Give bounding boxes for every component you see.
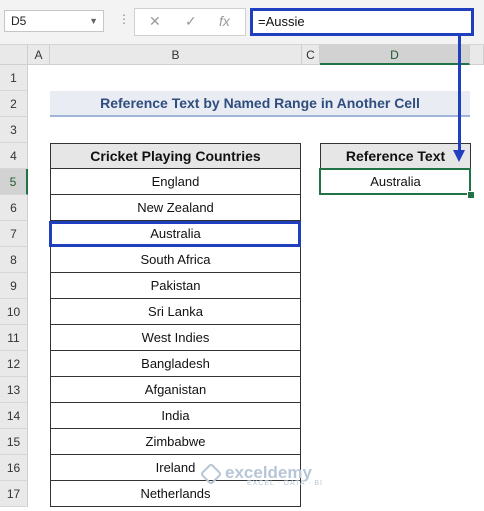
formula-buttons: ✕ ✓ fx [134, 8, 246, 36]
fill-handle[interactable] [467, 191, 475, 199]
country-cell[interactable]: West Indies [50, 325, 301, 351]
formula-text: =Aussie [258, 14, 305, 29]
row-header-3[interactable]: 3 [0, 117, 28, 143]
row-header-10[interactable]: 10 [0, 299, 28, 325]
insert-function-icon[interactable]: fx [219, 13, 230, 29]
country-cell[interactable]: Zimbabwe [50, 429, 301, 455]
column-header-a[interactable]: A [28, 45, 50, 65]
column-header-c[interactable]: C [302, 45, 320, 65]
name-box[interactable]: D5 ▼ [4, 10, 104, 32]
reference-text-header[interactable]: Reference Text [320, 143, 471, 169]
active-cell-d5 [319, 168, 471, 195]
cancel-icon[interactable]: ✕ [149, 13, 161, 30]
column-header-e[interactable] [470, 45, 484, 65]
row-header-7[interactable]: 7 [0, 221, 28, 247]
country-cell[interactable]: Pakistan [50, 273, 301, 299]
pointer-arrow-head [453, 150, 465, 162]
row-header-13[interactable]: 13 [0, 377, 28, 403]
column-header-d[interactable]: D [320, 45, 470, 65]
column-header-b[interactable]: B [50, 45, 302, 65]
formula-toolbar: D5 ▼ ⋮ ✕ ✓ fx =Aussie [0, 0, 484, 45]
country-cell[interactable]: South Africa [50, 247, 301, 273]
row-header-1[interactable]: 1 [0, 65, 28, 91]
country-cell[interactable]: New Zealand [50, 195, 301, 221]
country-cell[interactable]: England [50, 169, 301, 195]
countries-header[interactable]: Cricket Playing Countries [50, 143, 301, 169]
row-header-16[interactable]: 16 [0, 455, 28, 481]
highlight-australia [49, 221, 301, 247]
row-header-11[interactable]: 11 [0, 325, 28, 351]
row-header-6[interactable]: 6 [0, 195, 28, 221]
row-header-4[interactable]: 4 [0, 143, 28, 169]
select-all-corner[interactable] [0, 45, 28, 65]
formula-input[interactable]: =Aussie [250, 8, 474, 36]
row-header-15[interactable]: 15 [0, 429, 28, 455]
sheet-title: Reference Text by Named Range in Another… [50, 91, 470, 117]
watermark: exceldemy EXCEL · DATA · BI [225, 463, 323, 487]
name-box-value: D5 [11, 14, 27, 28]
row-header-17[interactable]: 17 [0, 481, 28, 507]
country-cell[interactable]: India [50, 403, 301, 429]
country-cell[interactable]: Afganistan [50, 377, 301, 403]
country-cell[interactable]: Sri Lanka [50, 299, 301, 325]
row-header-5[interactable]: 5 [0, 169, 28, 195]
country-cell[interactable]: Bangladesh [50, 351, 301, 377]
chevron-down-icon[interactable]: ▼ [89, 11, 98, 31]
row-header-9[interactable]: 9 [0, 273, 28, 299]
row-header-14[interactable]: 14 [0, 403, 28, 429]
row-header-12[interactable]: 12 [0, 351, 28, 377]
pointer-arrow-line [458, 36, 461, 154]
row-header-2[interactable]: 2 [0, 91, 28, 117]
watermark-tagline: EXCEL · DATA · BI [247, 480, 323, 487]
more-options-icon[interactable]: ⋮ [118, 12, 130, 26]
row-header-8[interactable]: 8 [0, 247, 28, 273]
enter-icon[interactable]: ✓ [185, 13, 197, 30]
